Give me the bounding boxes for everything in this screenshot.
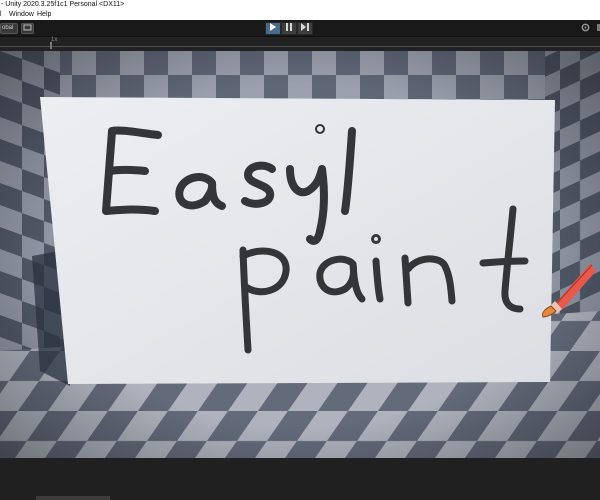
step-icon: [301, 23, 309, 31]
window-title: - Unity 2020.3.25f1c1 Personal <DX11>: [1, 1, 125, 8]
play-button[interactable]: [265, 22, 281, 35]
menu-item-cut[interactable]: l: [0, 10, 2, 20]
menu-bar: l Window Help: [0, 10, 600, 20]
layout-button[interactable]: [594, 23, 600, 33]
bottom-panel-tab[interactable]: [36, 496, 110, 500]
global-toggle-button[interactable]: obal: [0, 23, 19, 34]
scale-value: 1x: [51, 37, 58, 43]
grid-icon: [23, 24, 32, 31]
bottom-panel: [0, 458, 600, 500]
window-title-bar: - Unity 2020.3.25f1c1 Personal <DX11>: [0, 0, 600, 10]
scene-render: [0, 51, 600, 458]
pause-icon: [286, 23, 292, 31]
pause-button[interactable]: [281, 22, 297, 35]
settings-button[interactable]: [580, 23, 591, 33]
main-toolbar: obal: [0, 20, 600, 37]
game-viewport[interactable]: [0, 51, 600, 458]
step-button[interactable]: [297, 22, 313, 35]
grid-snap-button[interactable]: [21, 23, 34, 34]
menu-item-help[interactable]: Help: [37, 10, 51, 20]
scale-slider-track[interactable]: [0, 46, 600, 47]
drawing-board[interactable]: [40, 97, 555, 384]
scale-slider-handle[interactable]: [50, 42, 52, 49]
layout-icon: [596, 24, 600, 31]
play-icon: [270, 23, 276, 31]
settings-icon: [581, 23, 590, 32]
game-view-scale-bar: 1x: [0, 37, 600, 51]
menu-item-window[interactable]: Window: [9, 10, 34, 20]
